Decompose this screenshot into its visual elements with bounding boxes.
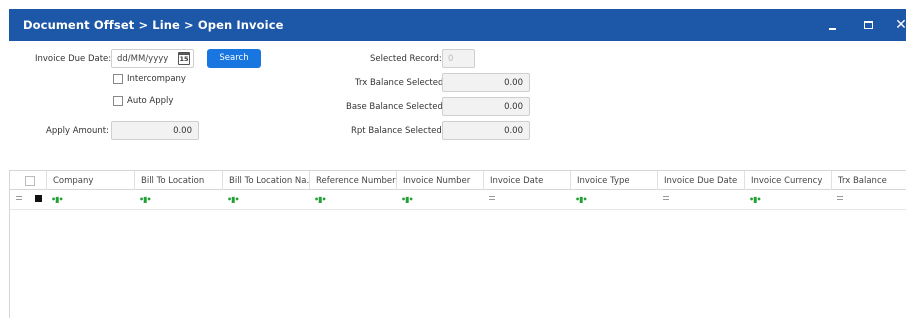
contains-filter-icon[interactable]: •▮• [51, 195, 64, 204]
contains-filter-icon[interactable]: •▮• [575, 195, 588, 204]
auto-apply-checkbox[interactable] [113, 96, 123, 106]
column-header-bill-to-location-name[interactable]: Bill To Location Na... [223, 171, 310, 190]
invoice-grid: Company Bill To Location Bill To Locatio… [9, 170, 906, 318]
invoice-due-date-placeholder: dd/MM/yyyy [117, 54, 169, 64]
invoice-due-date-label: Invoice Due Date: [35, 54, 112, 64]
select-all-header [10, 171, 47, 190]
grid-header: Company Bill To Location Bill To Locatio… [10, 170, 906, 190]
window-title: Document Offset > Line > Open Invoice [23, 18, 284, 32]
column-header-trx-balance[interactable]: Trx Balance [832, 171, 906, 190]
base-balance-selected-field: 0.00 [442, 97, 530, 116]
contains-filter-icon[interactable]: •▮• [139, 195, 152, 204]
apply-amount-field[interactable]: 0.00 [111, 121, 199, 140]
column-header-bill-to-location[interactable]: Bill To Location [135, 171, 223, 190]
trx-balance-selected-field: 0.00 [442, 73, 530, 92]
search-button[interactable]: Search [207, 49, 261, 68]
contains-filter-icon[interactable]: •▮• [749, 195, 762, 204]
selected-record-label: Selected Record: [370, 54, 442, 64]
auto-apply-label: Auto Apply [127, 96, 174, 106]
rpt-balance-selected-label: Rpt Balance Selected: [351, 126, 445, 136]
window-titlebar: Document Offset > Line > Open Invoice ✕ [9, 9, 906, 41]
equals-filter-icon[interactable] [663, 196, 669, 200]
column-header-reference-number[interactable]: Reference Number [310, 171, 397, 190]
checkbox-filter-icon[interactable] [35, 195, 42, 202]
select-all-checkbox[interactable] [25, 176, 35, 186]
grid-filter-row: •▮• •▮• •▮• •▮• •▮• •▮• •▮• [10, 190, 906, 210]
base-balance-selected-label: Base Balance Selected: [346, 102, 446, 112]
column-header-invoice-date[interactable]: Invoice Date [484, 171, 571, 190]
invoice-due-date-input[interactable]: dd/MM/yyyy 15 [111, 49, 194, 68]
apply-amount-label: Apply Amount: [46, 126, 109, 136]
selected-record-field: 0 [442, 49, 475, 68]
equals-filter-icon[interactable] [16, 196, 22, 200]
column-header-invoice-number[interactable]: Invoice Number [397, 171, 484, 190]
maximize-icon[interactable] [853, 9, 883, 41]
trx-balance-selected-label: Trx Balance Selected: [355, 78, 447, 88]
contains-filter-icon[interactable]: •▮• [314, 195, 327, 204]
intercompany-checkbox[interactable] [113, 74, 123, 84]
contains-filter-icon[interactable]: •▮• [401, 195, 414, 204]
column-header-invoice-due-date[interactable]: Invoice Due Date [658, 171, 745, 190]
intercompany-label: Intercompany [127, 74, 186, 84]
column-header-invoice-currency[interactable]: Invoice Currency [745, 171, 832, 190]
close-icon[interactable]: ✕ [886, 9, 906, 41]
column-header-invoice-type[interactable]: Invoice Type [571, 171, 658, 190]
rpt-balance-selected-field: 0.00 [442, 121, 530, 140]
contains-filter-icon[interactable]: •▮• [227, 195, 240, 204]
equals-filter-icon[interactable] [489, 196, 495, 200]
calendar-icon[interactable]: 15 [178, 52, 190, 65]
equals-filter-icon[interactable] [837, 196, 843, 200]
column-header-company[interactable]: Company [47, 171, 135, 190]
minimize-icon[interactable] [817, 9, 847, 41]
